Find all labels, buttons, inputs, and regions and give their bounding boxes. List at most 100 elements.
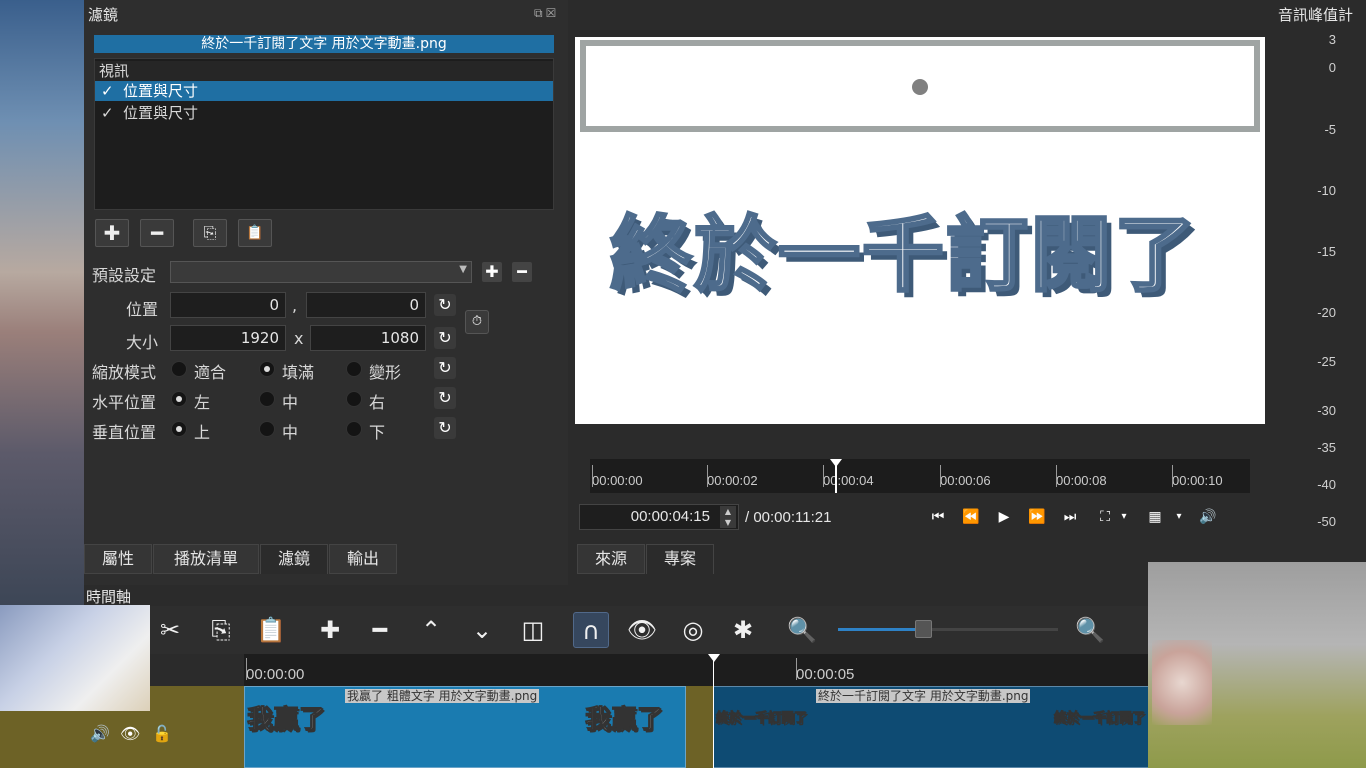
timeline-gap[interactable] — [686, 686, 713, 768]
reset-scale-icon[interactable]: ↻ — [434, 357, 456, 379]
preview-title-text: 終於一千訂閱了 — [608, 207, 1199, 305]
skip-to-start-icon[interactable]: ⏮ — [926, 506, 950, 528]
v-middle-radio[interactable] — [259, 421, 275, 437]
size-width-input[interactable]: 1920 — [170, 325, 286, 351]
snap-magnet-icon[interactable]: ∩ — [573, 612, 609, 648]
ripple-target-icon[interactable]: ◎ — [675, 612, 711, 648]
h-center-radio[interactable] — [259, 391, 275, 407]
reset-h-position-icon[interactable]: ↻ — [434, 387, 456, 409]
zoom-slider-handle[interactable] — [915, 620, 932, 638]
zoom-slider-track[interactable] — [930, 628, 1058, 631]
chevron-down-icon[interactable]: ▾ — [1172, 506, 1186, 528]
h-right-radio[interactable] — [346, 391, 362, 407]
tab-source[interactable]: 來源 — [577, 544, 645, 574]
zoom-in-icon[interactable]: 🔍 — [1072, 612, 1108, 648]
filters-panel-title: 濾鏡 — [88, 6, 119, 24]
panel-float-close-icons[interactable]: ⧉☒ — [534, 6, 559, 21]
h-left-radio[interactable] — [171, 391, 187, 407]
tab-export[interactable]: 輸出 — [329, 544, 397, 574]
check-icon[interactable]: ✓ — [101, 103, 123, 123]
fast-forward-icon[interactable]: ⏩ — [1025, 506, 1049, 528]
filter-list-header: 視訊 — [95, 61, 553, 81]
play-icon[interactable]: ▶ — [992, 506, 1016, 528]
reset-position-icon[interactable]: ↻ — [434, 294, 456, 316]
clip-thumbnail-text: 終於一千訂閱了 — [1053, 711, 1146, 727]
rewind-icon[interactable]: ⏪ — [959, 506, 983, 528]
mute-icon[interactable]: 🔊 — [90, 724, 110, 743]
tab-properties[interactable]: 屬性 — [84, 544, 152, 574]
zoom-fit-icon[interactable]: ⛶ — [1093, 506, 1117, 528]
size-height-input[interactable]: 1080 — [310, 325, 426, 351]
split-icon[interactable]: ◫ — [515, 612, 551, 648]
reset-size-icon[interactable]: ↻ — [434, 327, 456, 349]
preset-select[interactable]: ▼ — [170, 261, 472, 283]
meter-label: -25 — [1317, 354, 1336, 369]
lock-icon[interactable]: 🔓 — [152, 724, 172, 743]
zoom-slider-fill[interactable] — [838, 628, 922, 631]
scale-distort-label: 變形 — [369, 363, 402, 382]
current-clip-name: 終於一千訂閱了文字 用於文字動畫.png — [94, 35, 554, 53]
copy-filter-button[interactable]: ⎘ — [193, 219, 227, 247]
check-icon[interactable]: ✓ — [101, 81, 123, 101]
filter-item[interactable]: ✓ 位置與尺寸 — [95, 81, 553, 101]
append-icon[interactable]: ✚ — [312, 612, 348, 648]
zoom-out-icon[interactable]: 🔍 — [784, 612, 820, 648]
scrub-eye-icon[interactable]: 👁 — [624, 612, 660, 648]
position-x-input[interactable]: 0 — [170, 292, 286, 318]
timeline-ruler[interactable]: 00:00:00 00:00:05 — [244, 654, 1148, 686]
ripple-all-icon[interactable]: ✱ — [725, 612, 761, 648]
scale-fill-label: 填滿 — [282, 363, 315, 382]
meter-label: -20 — [1317, 305, 1336, 320]
timeline-clip[interactable]: 我贏了 粗體文字 用於文字動畫.png 我贏了 我贏了 — [244, 686, 686, 768]
timeline-title: 時間軸 — [86, 588, 132, 606]
position-separator: , — [292, 296, 298, 315]
clip-label: 我贏了 粗體文字 用於文字動畫.png — [345, 689, 540, 703]
volume-icon[interactable]: 🔊 — [1196, 506, 1220, 528]
meter-label: -30 — [1317, 403, 1336, 418]
copy-icon[interactable]: ⎘ — [203, 612, 239, 648]
preset-remove-button[interactable]: ━ — [512, 262, 532, 282]
ruler-tick: 00:00:00 — [592, 465, 643, 488]
skip-to-end-icon[interactable]: ⏭ — [1058, 506, 1082, 528]
paste-icon[interactable]: 📋 — [253, 612, 289, 648]
scale-fill-radio[interactable] — [259, 361, 275, 377]
hide-track-icon[interactable]: 👁 — [120, 724, 140, 743]
meter-label: 0 — [1328, 60, 1336, 75]
ruler-tick: 00:00:08 — [1056, 465, 1107, 488]
cut-icon[interactable]: ✂ — [152, 612, 188, 648]
tab-playlist[interactable]: 播放清單 — [153, 544, 259, 574]
position-label: 位置 — [126, 300, 159, 319]
ruler-tick: 00:00:04 — [823, 465, 874, 488]
timecode-spinner[interactable]: ▲ ▼ — [720, 506, 736, 528]
tab-project[interactable]: 專案 — [646, 544, 714, 574]
preview-dot — [912, 79, 928, 95]
timecode-input[interactable]: 00:00:04:15 — [579, 504, 739, 530]
timeline-clip[interactable]: 終於一千訂閱了文字 用於文字動畫.png 終於一千訂閱了 終於一千訂閱了 — [713, 686, 1153, 768]
paste-filter-button[interactable]: 📋 — [238, 219, 272, 247]
scale-fit-label: 適合 — [194, 363, 227, 382]
keyframe-stopwatch-icon[interactable]: ⏱ — [465, 310, 489, 334]
reset-v-position-icon[interactable]: ↻ — [434, 417, 456, 439]
scale-distort-radio[interactable] — [346, 361, 362, 377]
clip-thumbnail-text: 我贏了 — [246, 705, 326, 736]
grid-icon[interactable]: ▦ — [1143, 506, 1167, 528]
position-y-input[interactable]: 0 — [306, 292, 426, 318]
lift-icon[interactable]: ⌃ — [413, 612, 449, 648]
remove-filter-button[interactable]: ━ — [140, 219, 174, 247]
v-top-radio[interactable] — [171, 421, 187, 437]
viewer-scrub-ruler[interactable]: 00:00:00 00:00:02 00:00:04 00:00:06 00:0… — [590, 459, 1250, 493]
v-bottom-label: 下 — [369, 423, 386, 442]
preset-add-button[interactable]: ✚ — [482, 262, 502, 282]
filter-item[interactable]: ✓ 位置與尺寸 — [95, 103, 553, 123]
timeline-playhead-handle[interactable] — [708, 654, 720, 662]
chevron-down-icon[interactable]: ▾ — [1117, 506, 1131, 528]
add-filter-button[interactable]: ✚ — [95, 219, 129, 247]
filter-list[interactable]: 視訊 ✓ 位置與尺寸 ✓ 位置與尺寸 — [94, 58, 554, 210]
v-bottom-radio[interactable] — [346, 421, 362, 437]
remove-icon[interactable]: ━ — [362, 612, 398, 648]
scale-fit-radio[interactable] — [171, 361, 187, 377]
timeline-playhead-line — [713, 654, 714, 768]
meter-label: -15 — [1317, 244, 1336, 259]
overwrite-icon[interactable]: ⌄ — [464, 612, 500, 648]
tab-filters[interactable]: 濾鏡 — [260, 544, 328, 574]
